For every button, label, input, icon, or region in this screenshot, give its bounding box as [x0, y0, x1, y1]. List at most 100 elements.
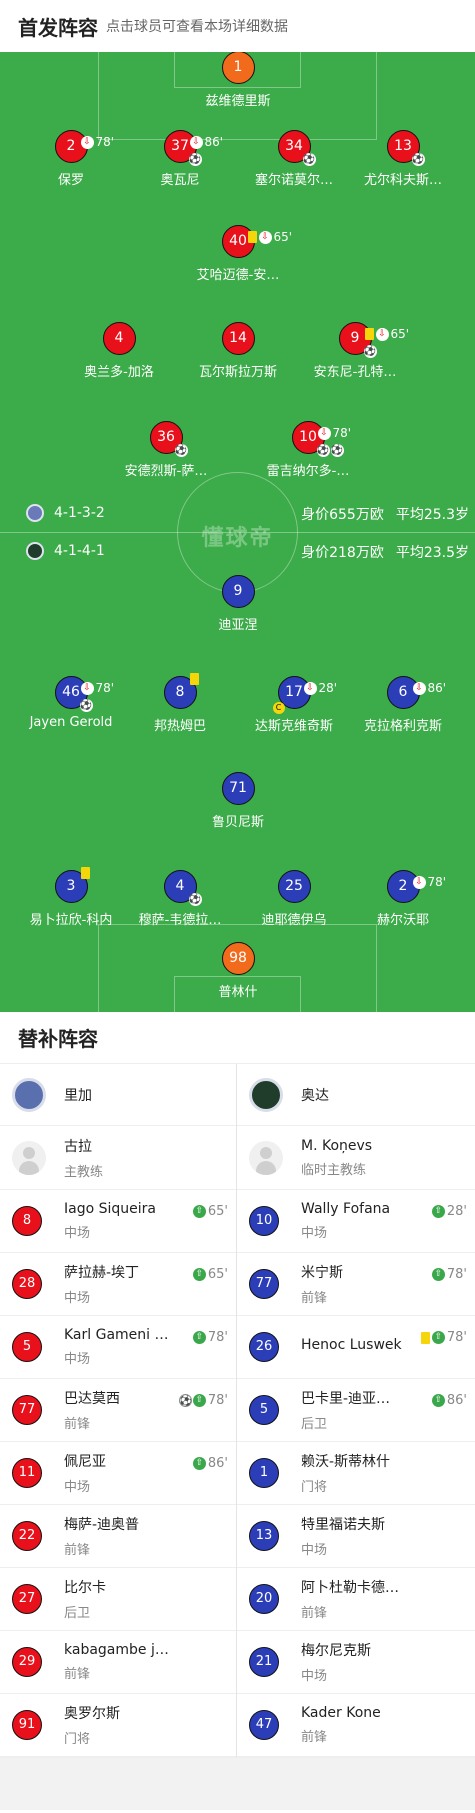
player-marker[interactable]: 71 鲁贝尼斯: [168, 772, 308, 830]
sub-in-icon: ⇧: [431, 1331, 445, 1344]
player-marker[interactable]: 1 兹维德里斯: [168, 52, 308, 109]
goal-icon: ⚽: [316, 444, 330, 457]
sub-player-row[interactable]: 13 特里福诺夫斯 中场: [237, 1505, 475, 1568]
assist-icon: ⚽: [188, 893, 202, 906]
assist-icon: ⚽: [411, 153, 425, 166]
jersey-number: 21: [249, 1647, 279, 1677]
jersey-number: 8: [12, 1206, 42, 1236]
player-marker[interactable]: 6 ⇩ 86' 克拉格利克斯: [333, 676, 473, 734]
home-coach-row[interactable]: 古拉 主教练: [0, 1126, 236, 1190]
sub-player-row[interactable]: 11 佩尼亚 中场 ⇧ 86': [0, 1442, 236, 1505]
player-position: 中场: [64, 1226, 91, 1241]
player-marker[interactable]: 40 ⇩ 65' 艾哈迈德-安…: [168, 225, 308, 283]
player-marker[interactable]: 9 ⇩ 65' ⚽ 安东尼-孔特…: [285, 322, 425, 380]
player-marker[interactable]: 9 迪亚涅: [168, 575, 308, 633]
goal-icon: ⚽: [363, 345, 377, 358]
away-team-value: 身价218万欧 平均23.5岁: [301, 545, 469, 561]
sub-time: 28': [446, 1204, 467, 1219]
sub-player-row[interactable]: 28 萨拉赫-埃丁 中场 ⇧ 65': [0, 1253, 236, 1316]
goal-icon: ⚽: [330, 444, 344, 457]
player-name: 安东尼-孔特…: [313, 365, 397, 380]
jersey-number: 36: [157, 429, 175, 445]
away-coach-row[interactable]: M. Koņevs 临时主教练: [237, 1126, 475, 1190]
jersey-number: 4: [102, 322, 136, 355]
sub-off-icon: ⇩: [412, 681, 426, 695]
home-team-row[interactable]: 里加: [0, 1064, 236, 1126]
player-name: 特里福诺夫斯: [301, 1517, 385, 1533]
sub-in-icon: ⇧: [431, 1268, 445, 1281]
goal-icon: ⚽: [79, 699, 93, 712]
player-name: Henoc Luswek: [301, 1336, 402, 1353]
jersey-number: 5: [12, 1332, 42, 1362]
player-name: 尤尔科夫斯…: [363, 173, 442, 188]
sub-player-row[interactable]: 22 梅萨-迪奥普 前锋: [0, 1505, 236, 1568]
sub-player-row[interactable]: 10 Wally Fofana 中场 ⇧ 28': [237, 1190, 475, 1253]
player-name: 佩尼亚: [64, 1454, 106, 1470]
assist-icon: ⚽: [188, 153, 202, 166]
sub-player-row[interactable]: 27 比尔卡 后卫: [0, 1568, 236, 1631]
sub-in-icon: ⇧: [192, 1331, 206, 1344]
sub-time: 86': [204, 135, 224, 149]
player-position: 中场: [301, 1226, 328, 1241]
player-name: 梅萨-迪奥普: [64, 1517, 140, 1533]
sub-time: 86': [446, 1393, 467, 1408]
sub-player-row[interactable]: 47 Kader Kone 前锋: [237, 1694, 475, 1757]
player-position: 中场: [301, 1543, 328, 1558]
jersey-number: 98: [221, 942, 255, 975]
sub-player-row[interactable]: 77 米宁斯 前锋 ⇧ 78': [237, 1253, 475, 1316]
sub-player-row[interactable]: 5 巴卡里-迪亚… 后卫 ⇧ 86': [237, 1379, 475, 1442]
sub-player-row[interactable]: 77 巴达莫西 前锋 ⚽ ⇧ 78': [0, 1379, 236, 1442]
sub-in-info: ⇧ 78': [192, 1330, 228, 1345]
player-position: 前锋: [301, 1730, 328, 1745]
sub-in-icon: ⇧: [192, 1457, 206, 1470]
away-team-row[interactable]: 奥达: [237, 1064, 475, 1126]
sub-player-row[interactable]: 20 阿卜杜勒卡德… 前锋: [237, 1568, 475, 1631]
sub-time: 86': [427, 681, 447, 695]
sub-player-row[interactable]: 8 Iago Siqueira 中场 ⇧ 65': [0, 1190, 236, 1253]
sub-player-row[interactable]: 21 梅尔尼克斯 中场: [237, 1631, 475, 1694]
player-name: 普林什: [218, 985, 258, 1000]
player-marker[interactable]: 10 ⇩ 78' ⚽ ⚽ 雷吉纳尔多-…: [238, 421, 378, 479]
sub-time: 78': [427, 875, 447, 889]
player-name: 赖沃-斯蒂林什: [301, 1454, 391, 1470]
sub-time: 78': [207, 1330, 228, 1345]
sub-player-row[interactable]: 29 kabagambe j… 前锋: [0, 1631, 236, 1694]
sub-off-icon: ⇩: [80, 681, 94, 695]
jersey-number: 20: [249, 1584, 279, 1614]
jersey-number: 14: [221, 322, 255, 355]
yellow-card-icon: [247, 231, 257, 243]
player-marker[interactable]: 13 ⚽ 尤尔科夫斯…: [333, 130, 473, 188]
player-position: 中场: [64, 1291, 91, 1306]
home-team-logo: [12, 1077, 46, 1112]
jersey-number: 46: [62, 684, 80, 700]
jersey-number: 8: [175, 684, 185, 700]
jersey-number: 28: [12, 1269, 42, 1299]
player-position: 前锋: [64, 1667, 91, 1682]
sub-player-row[interactable]: 1 赖沃-斯蒂林什 门将: [237, 1442, 475, 1505]
sub-off-icon: ⇩: [258, 230, 272, 244]
coach-avatar-icon: [12, 1140, 46, 1175]
jersey-number: 1: [249, 1458, 279, 1488]
sub-in-icon: ⇧: [192, 1205, 206, 1218]
lineup-subtitle: 点击球员可查看本场详细数据: [106, 19, 288, 35]
jersey-number: 25: [277, 870, 311, 903]
sub-in-info: ⇧ 86': [431, 1393, 467, 1408]
sub-player-row[interactable]: 91 奥罗尔斯 门将: [0, 1694, 236, 1757]
sub-player-row[interactable]: 26 Henoc Luswek ⇧ 78': [237, 1316, 475, 1379]
jersey-number: 10: [299, 429, 317, 445]
jersey-number: 17: [285, 684, 303, 700]
player-marker[interactable]: 36 ⚽ 安德烈斯-萨…: [96, 421, 236, 479]
yellow-card-icon: [80, 867, 90, 879]
coach-name: 古拉: [64, 1138, 92, 1155]
player-name: 巴卡里-迪亚…: [301, 1391, 391, 1407]
player-name: 鲁贝尼斯: [211, 815, 264, 830]
sub-in-info: ⇧ 78': [420, 1330, 467, 1345]
assist-icon: ⚽: [302, 153, 316, 166]
jersey-number: 4: [175, 878, 185, 894]
player-marker[interactable]: 98 普林什: [168, 942, 308, 1000]
sub-player-row[interactable]: 5 Karl Gameni … 中场 ⇧ 78': [0, 1316, 236, 1379]
player-position: 前锋: [64, 1417, 91, 1432]
sub-in-icon: ⇧: [431, 1394, 445, 1407]
player-marker[interactable]: 2 ⇩ 78' 赫尔沃耶: [333, 870, 473, 928]
sub-time: 65': [273, 230, 293, 244]
